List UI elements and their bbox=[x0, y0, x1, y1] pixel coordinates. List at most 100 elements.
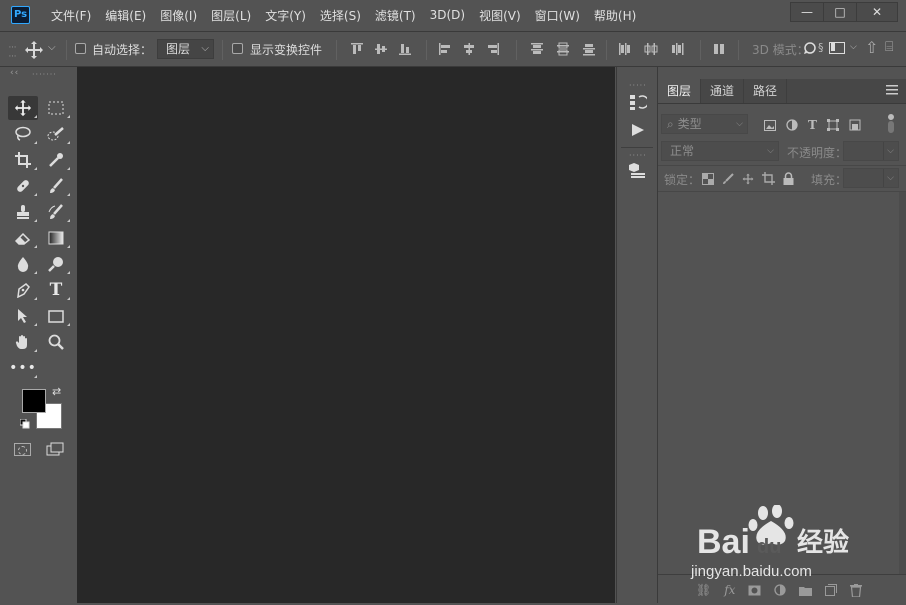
collapse-toolbox-icon[interactable]: ‹‹ bbox=[10, 68, 19, 78]
filter-smart-object-icon[interactable] bbox=[849, 119, 861, 131]
clone-stamp-tool-icon[interactable] bbox=[8, 200, 38, 224]
align-left-icon[interactable] bbox=[438, 42, 452, 56]
lock-transparent-icon[interactable] bbox=[702, 172, 714, 185]
chevron-down-icon[interactable]: ⌵ bbox=[850, 42, 857, 52]
menu-filter[interactable]: 滤镜(T) bbox=[368, 7, 423, 24]
lock-artboard-icon[interactable] bbox=[762, 172, 775, 185]
menu-3d[interactable]: 3D(D) bbox=[423, 8, 472, 22]
distribute-vcenter-icon[interactable] bbox=[556, 42, 570, 56]
panel-menu-icon[interactable] bbox=[886, 85, 898, 95]
auto-align-icon[interactable] bbox=[712, 42, 726, 56]
tool-row-1 bbox=[8, 96, 38, 120]
distribute-bottom-icon[interactable] bbox=[582, 42, 596, 56]
document-canvas-area[interactable] bbox=[77, 67, 615, 603]
3d-roll-icon[interactable]: § bbox=[818, 41, 824, 54]
move-tool-icon[interactable] bbox=[8, 96, 38, 120]
dock-grip-icon: ····· bbox=[629, 81, 647, 90]
close-button[interactable]: ✕ bbox=[856, 2, 898, 22]
healing-brush-tool-icon[interactable] bbox=[8, 174, 38, 198]
screen-mode-icon[interactable] bbox=[46, 442, 64, 456]
chevron-down-icon: ⌵ bbox=[201, 43, 209, 54]
menu-select[interactable]: 选择(S) bbox=[313, 7, 368, 24]
filter-shape-icon[interactable] bbox=[826, 119, 839, 131]
distribute-top-icon[interactable] bbox=[530, 42, 544, 56]
lock-image-brush-icon[interactable] bbox=[722, 172, 734, 185]
history-brush-tool-icon[interactable] bbox=[41, 200, 71, 224]
align-hcenter-icon[interactable] bbox=[462, 42, 476, 56]
align-top-icon[interactable] bbox=[350, 42, 364, 56]
brush-tool-icon[interactable] bbox=[41, 174, 71, 198]
pen-tool-icon[interactable] bbox=[8, 278, 38, 302]
3d-panel-icon[interactable] bbox=[629, 162, 647, 180]
tab-paths[interactable]: 路径 bbox=[744, 79, 788, 103]
fill-label: 填充： bbox=[811, 173, 848, 187]
auto-select-checkbox[interactable] bbox=[75, 43, 86, 54]
link-layers-icon[interactable]: ⛓ bbox=[696, 583, 711, 597]
path-selection-tool-icon[interactable] bbox=[8, 304, 38, 328]
align-bottom-icon[interactable] bbox=[398, 42, 412, 56]
hand-tool-icon[interactable] bbox=[8, 330, 38, 354]
distribute-right-icon[interactable] bbox=[670, 42, 684, 56]
quick-mask-icon[interactable] bbox=[14, 443, 31, 456]
new-adjustment-layer-icon[interactable] bbox=[774, 584, 787, 596]
rectangle-tool-icon[interactable] bbox=[41, 304, 71, 328]
new-layer-icon[interactable] bbox=[825, 584, 838, 596]
menu-image[interactable]: 图像(I) bbox=[153, 7, 204, 24]
align-right-icon[interactable] bbox=[486, 42, 500, 56]
more-tools-icon[interactable]: ••• bbox=[8, 356, 38, 380]
type-tool-icon[interactable]: T bbox=[41, 278, 71, 302]
align-vcenter-icon[interactable] bbox=[374, 42, 388, 56]
preset-chevron-down-icon[interactable]: ⌵ bbox=[48, 42, 56, 53]
menu-window[interactable]: 窗口(W) bbox=[528, 7, 587, 24]
fill-input[interactable]: ⌵ bbox=[843, 168, 899, 188]
show-transform-checkbox[interactable] bbox=[232, 43, 243, 54]
minimize-button[interactable]: — bbox=[790, 2, 824, 22]
tab-channels[interactable]: 通道 bbox=[701, 79, 745, 103]
zoom-tool-icon[interactable] bbox=[41, 330, 71, 354]
filter-adjustment-icon[interactable] bbox=[786, 119, 798, 131]
layer-filter-dropdown[interactable]: ⌕ 类型 ⌵ bbox=[661, 114, 748, 134]
blur-tool-icon[interactable] bbox=[8, 252, 38, 276]
blend-mode-dropdown[interactable]: 正常 ⌵ bbox=[661, 141, 779, 161]
layers-scrollbar[interactable] bbox=[899, 192, 906, 574]
marquee-tool-icon[interactable] bbox=[41, 96, 71, 120]
gradient-tool-icon[interactable] bbox=[41, 226, 71, 250]
3d-orbit-icon[interactable] bbox=[803, 41, 817, 55]
menu-file[interactable]: 文件(F) bbox=[44, 7, 98, 24]
filter-type-icon[interactable]: T bbox=[808, 118, 817, 132]
move-tool-preset-icon[interactable] bbox=[24, 40, 44, 60]
default-colors-icon[interactable] bbox=[20, 419, 30, 429]
maximize-button[interactable]: □ bbox=[823, 2, 857, 22]
distribute-hcenter-icon[interactable] bbox=[644, 42, 658, 56]
opacity-input[interactable]: ⌵ bbox=[843, 141, 899, 161]
quick-selection-tool-icon[interactable] bbox=[41, 122, 71, 146]
lock-position-icon[interactable] bbox=[742, 173, 754, 185]
delete-layer-trash-icon[interactable] bbox=[850, 583, 863, 597]
add-layer-style-icon[interactable]: fx bbox=[724, 583, 735, 597]
menu-edit[interactable]: 编辑(E) bbox=[98, 7, 153, 24]
actions-play-icon[interactable] bbox=[631, 123, 645, 137]
crop-tool-icon[interactable] bbox=[8, 148, 38, 172]
history-panel-icon[interactable] bbox=[629, 93, 647, 111]
3d-drag-icon[interactable] bbox=[829, 42, 845, 54]
workspace-icon[interactable]: ⌸ bbox=[885, 39, 893, 55]
menu-help[interactable]: 帮助(H) bbox=[587, 7, 643, 24]
eyedropper-tool-icon[interactable] bbox=[41, 148, 71, 172]
menu-layer[interactable]: 图层(L) bbox=[204, 7, 258, 24]
add-mask-icon[interactable] bbox=[748, 585, 761, 596]
swap-colors-icon[interactable]: ⇄ bbox=[52, 385, 61, 398]
lock-all-icon[interactable] bbox=[783, 172, 794, 185]
eraser-tool-icon[interactable] bbox=[8, 226, 38, 250]
options-grip-icon[interactable]: ⋮⋮ bbox=[8, 43, 17, 61]
filter-toggle-switch[interactable] bbox=[887, 114, 895, 134]
distribute-left-icon[interactable] bbox=[618, 42, 632, 56]
menu-type[interactable]: 文字(Y) bbox=[258, 7, 313, 24]
dodge-tool-icon[interactable] bbox=[41, 252, 71, 276]
tab-layers[interactable]: 图层 bbox=[658, 79, 702, 103]
new-group-folder-icon[interactable] bbox=[799, 585, 813, 596]
share-icon[interactable]: ⇧ bbox=[865, 38, 878, 57]
lasso-tool-icon[interactable] bbox=[8, 122, 38, 146]
menu-view[interactable]: 视图(V) bbox=[472, 7, 528, 24]
auto-select-dropdown[interactable]: 图层 ⌵ bbox=[157, 39, 214, 59]
filter-pixel-icon[interactable] bbox=[764, 119, 776, 131]
